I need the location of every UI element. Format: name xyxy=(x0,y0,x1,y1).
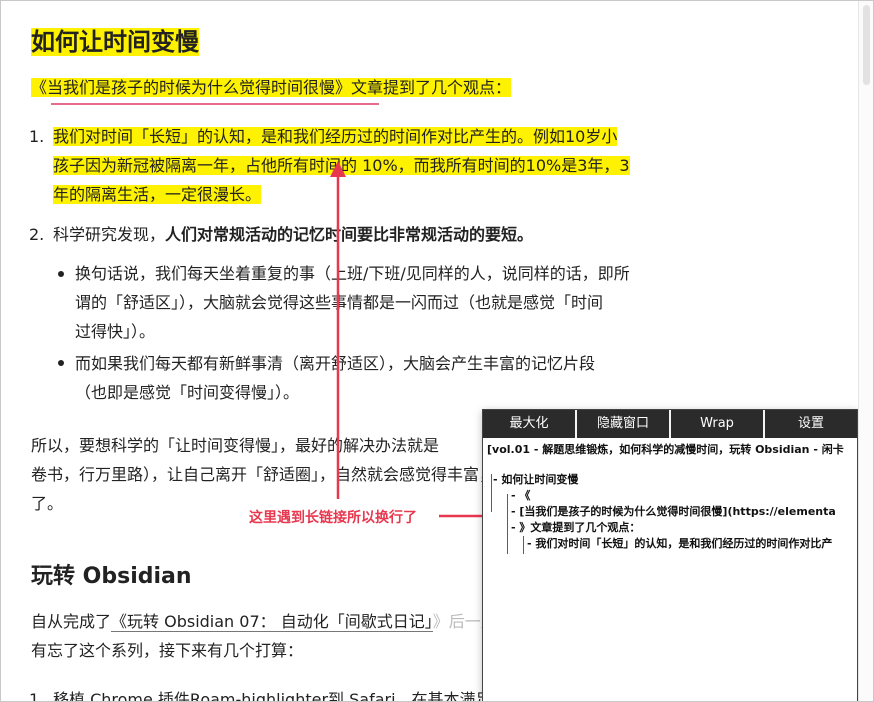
bullet-dot-2 xyxy=(58,360,64,366)
series-link[interactable]: 《玩转 Obsidian 07： 自动化「间歇式日记」 xyxy=(111,612,433,632)
list-item-2: 科学研究发现，人们对常规活动的记忆时间要比非常规活动的要短。 xyxy=(53,225,534,244)
tree-line xyxy=(491,474,492,512)
settings-button[interactable]: 设置 xyxy=(765,410,857,438)
annotation-label: 这里遇到长链接所以换行了 xyxy=(249,510,417,526)
document-window: 如何让时间变慢 《当我们是孩子的时候为什么觉得时间很慢》文章提到了几个观点： 1… xyxy=(0,0,874,702)
scrollbar-thumb[interactable] xyxy=(863,5,870,85)
list-number-1: 1. xyxy=(29,127,45,146)
hide-window-button[interactable]: 隐藏窗口 xyxy=(577,410,671,438)
intro-text: 《当我们是孩子的时候为什么觉得时间很慢》文章提到了几个观点： xyxy=(31,78,512,97)
panel-line-5: - 我们对时间「长短」的认知，是和我们经历过的时间作对比产 xyxy=(527,537,833,550)
bullet-item-1: 换句话说，我们每天坐着重复的事（上班/下班/见同样的人，说同样的话，即所 谓的「… xyxy=(75,264,630,341)
scrollbar[interactable] xyxy=(858,1,873,701)
intro-paragraph: 《当我们是孩子的时候为什么觉得时间很慢》文章提到了几个观点： xyxy=(31,75,512,101)
wrap-button[interactable]: Wrap xyxy=(671,410,765,438)
list-number-3: 1. xyxy=(29,690,45,702)
list-number-2: 2. xyxy=(29,225,45,244)
up-arrow-icon xyxy=(330,161,346,499)
maximize-button[interactable]: 最大化 xyxy=(483,410,577,438)
panel-line-4: - 》文章提到了几个观点： xyxy=(511,521,641,534)
bullet-dot-1 xyxy=(58,271,64,277)
section-heading: 玩转 Obsidian xyxy=(31,564,192,589)
panel-line-2: - 《 xyxy=(511,489,531,502)
floating-panel[interactable]: 最大化 隐藏窗口 Wrap 设置 [vol.01 - 解题思维锻炼，如何科学的减… xyxy=(482,409,858,701)
tree-line xyxy=(507,494,508,554)
panel-toolbar: 最大化 隐藏窗口 Wrap 设置 xyxy=(483,410,857,438)
page-title: 如何让时间变慢 xyxy=(31,28,199,56)
panel-line-1: - 如何让时间变慢 xyxy=(493,473,579,486)
link-underline xyxy=(51,103,379,105)
panel-title-line: [vol.01 - 解题思维锻炼，如何科学的减慢时间，玩转 Obsidian -… xyxy=(487,443,844,456)
panel-line-3: - [当我们是孩子的时候为什么觉得时间很慢](https://elementa xyxy=(511,505,836,518)
panel-content: [vol.01 - 解题思维锻炼，如何科学的减慢时间，玩转 Obsidian -… xyxy=(483,438,857,701)
tree-line xyxy=(523,536,524,554)
